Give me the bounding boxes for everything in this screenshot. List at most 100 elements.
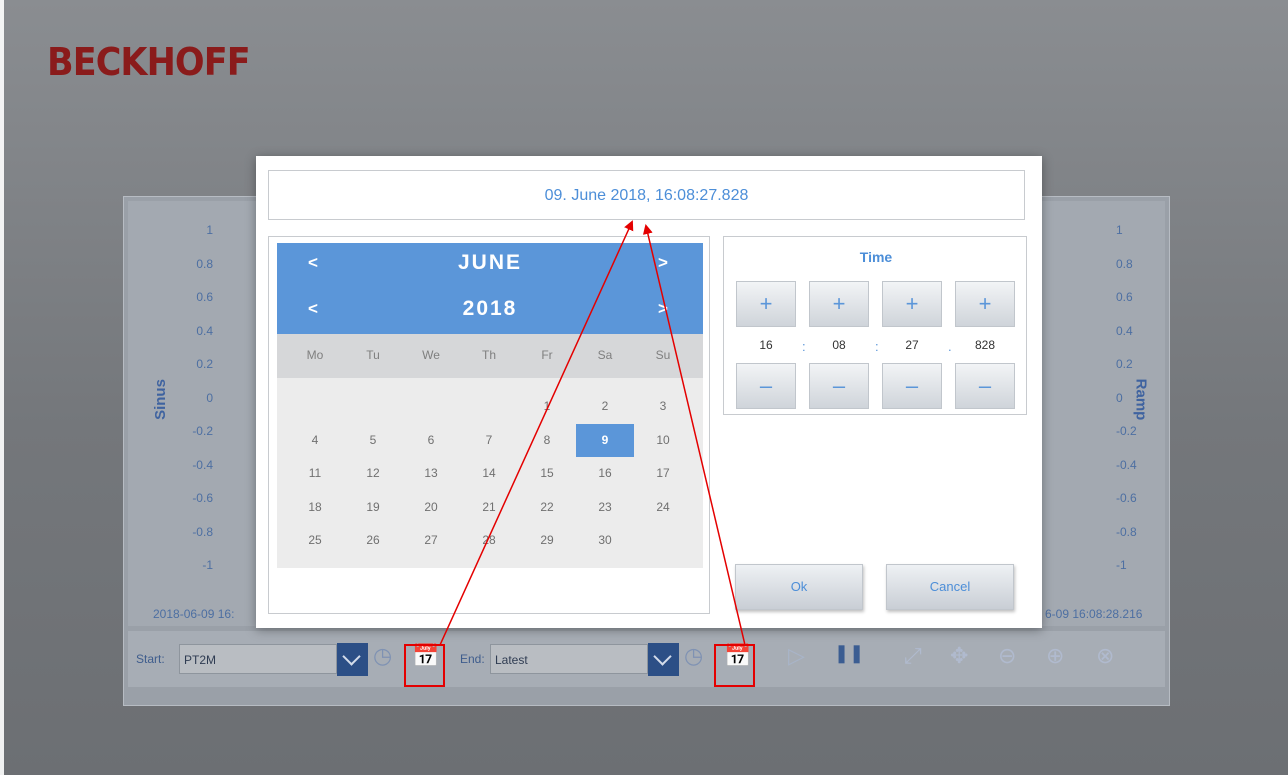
zoom-in-icon[interactable]: ⊕	[1046, 643, 1064, 669]
seconds-decrement-button[interactable]: –	[882, 363, 942, 409]
right-axis-tick-label: 0.6	[1116, 290, 1133, 304]
end-label: End:	[460, 652, 485, 666]
minutes-field[interactable]: 08	[811, 327, 867, 363]
left-axis-tick-label: 0.2	[196, 357, 213, 371]
start-clock-icon[interactable]: ◷	[373, 643, 392, 669]
month-row: < JUNE >	[277, 243, 703, 287]
right-axis-tick-label: 0.8	[1116, 256, 1133, 271]
right-axis-tick-label: -1	[1116, 558, 1127, 572]
calendar-day[interactable]: 3	[634, 390, 692, 423]
seconds-spinner: + 27 –	[882, 281, 942, 409]
minutes-decrement-button[interactable]: –	[809, 363, 869, 409]
calendar-day[interactable]: 25	[286, 524, 344, 557]
calendar-day[interactable]: 2	[576, 390, 634, 423]
start-input[interactable]: PT2M	[179, 644, 337, 674]
left-axis-tick-label: 0.8	[196, 256, 213, 271]
right-axis-tick-label: -0.8	[1116, 524, 1137, 539]
highlight-start-calendar	[404, 644, 445, 687]
start-dropdown-button[interactable]	[337, 643, 368, 676]
calendar-day[interactable]: 15	[518, 457, 576, 490]
milliseconds-decrement-button[interactable]: –	[955, 363, 1015, 409]
hours-field[interactable]: 16	[738, 327, 794, 363]
milliseconds-spinner: + 828 –	[955, 281, 1015, 409]
calendar-day[interactable]: 1	[518, 390, 576, 423]
left-axis-tick-label: -0.8	[192, 524, 213, 539]
left-axis-tick-label: -0.6	[192, 491, 213, 505]
start-label: Start:	[136, 652, 165, 666]
datetime-picker-dialog: 09. June 2018, 16:08:27.828 < JUNE > < 2…	[256, 156, 1042, 628]
milliseconds-increment-button[interactable]: +	[955, 281, 1015, 327]
reset-zoom-icon[interactable]: ⊗	[1096, 643, 1114, 669]
calendar-day[interactable]: 23	[576, 491, 634, 524]
left-axis-title: Sinus	[151, 379, 169, 420]
calendar-panel: < JUNE > < 2018 > Mo Tu We Th Fr Sa Su 1234567…	[268, 236, 710, 614]
time-title: Time	[859, 249, 893, 265]
calendar-day[interactable]: 21	[460, 491, 518, 524]
weekday-label: Su	[655, 348, 671, 362]
left-axis-tick-label: 0	[206, 390, 213, 405]
play-icon[interactable]: ▷	[788, 643, 805, 669]
calendar-day-selected[interactable]: 9	[576, 423, 634, 457]
calendar-day[interactable]: 4	[286, 424, 344, 457]
seconds-increment-button[interactable]: +	[882, 281, 942, 327]
cancel-button[interactable]: Cancel	[886, 564, 1014, 610]
ok-button[interactable]: Ok	[735, 564, 863, 610]
right-axis-tick-label: 0.4	[1116, 323, 1133, 338]
end-clock-icon[interactable]: ◷	[684, 643, 703, 669]
trend-toolbar: Start: PT2M ◷ 📅 End: Latest ◷ 📅 ▷ ❚❚ ⤢ ✥…	[128, 631, 1165, 687]
pause-icon[interactable]: ❚❚	[834, 643, 864, 664]
pan-icon[interactable]: ⤢	[904, 643, 922, 669]
window-edge	[0, 0, 4, 775]
calendar-day[interactable]: 10	[634, 424, 692, 457]
weekday-label: Sa	[597, 348, 613, 362]
hours-spinner: + 16 –	[736, 281, 796, 409]
calendar-day[interactable]: 27	[402, 524, 460, 557]
right-axis-title: Ramp	[1132, 378, 1150, 421]
weekday-label: We	[422, 348, 440, 362]
right-axis-tick-label: -0.4	[1116, 457, 1137, 472]
calendar-day[interactable]: 18	[286, 491, 344, 524]
calendar-day[interactable]: 30	[576, 524, 634, 557]
calendar-day[interactable]: 17	[634, 457, 692, 490]
time-separator: :	[875, 339, 879, 354]
seconds-field[interactable]: 27	[884, 327, 940, 363]
calendar-day[interactable]: 19	[344, 491, 402, 524]
year-row: < 2018 >	[277, 289, 703, 333]
calendar-day[interactable]: 12	[344, 457, 402, 490]
calendar-header: < JUNE > < 2018 >	[277, 243, 703, 334]
hours-increment-button[interactable]: +	[736, 281, 796, 327]
weekday-label: Th	[481, 348, 496, 362]
calendar-day[interactable]: 20	[402, 491, 460, 524]
x-start-label: 2018-06-09 16:	[153, 607, 235, 621]
calendar-day[interactable]: 7	[460, 424, 518, 457]
next-year-button[interactable]: >	[651, 299, 675, 319]
left-axis-tick-label: -0.2	[192, 424, 213, 438]
calendar-day[interactable]: 6	[402, 424, 460, 457]
end-input[interactable]: Latest	[490, 644, 648, 674]
calendar-day[interactable]: 24	[634, 491, 692, 524]
move-icon[interactable]: ✥	[950, 643, 968, 669]
end-dropdown-button[interactable]	[648, 643, 679, 676]
zoom-out-icon[interactable]: ⊖	[998, 643, 1016, 669]
beckhoff-logo: BECKHOFF	[47, 40, 251, 84]
calendar-day[interactable]: 11	[286, 457, 344, 490]
next-month-button[interactable]: >	[651, 253, 675, 273]
calendar-day[interactable]: 22	[518, 491, 576, 524]
calendar-day[interactable]: 13	[402, 457, 460, 490]
weekday-header: Mo Tu We Th Fr Sa Su	[277, 334, 703, 378]
milliseconds-field[interactable]: 828	[957, 327, 1013, 363]
hours-decrement-button[interactable]: –	[736, 363, 796, 409]
calendar-day[interactable]: 28	[460, 524, 518, 557]
calendar-day[interactable]: 16	[576, 457, 634, 490]
calendar-day[interactable]: 8	[518, 424, 576, 457]
calendar-days-grid: 1 2 3 4 5 6 7 8 9 10 11 12 13 14 15 16 17 18 19 20 21 22 23 24 2…	[277, 378, 703, 568]
calendar-day[interactable]: 29	[518, 524, 576, 557]
calendar-day[interactable]: 26	[344, 524, 402, 557]
calendar-day[interactable]: 14	[460, 457, 518, 490]
weekday-label: Fr	[541, 348, 553, 362]
minutes-increment-button[interactable]: +	[809, 281, 869, 327]
time-separator-dot: .	[948, 339, 952, 354]
right-axis-tick-label: -0.6	[1116, 491, 1137, 505]
time-separator: :	[802, 339, 806, 354]
calendar-day[interactable]: 5	[344, 424, 402, 457]
